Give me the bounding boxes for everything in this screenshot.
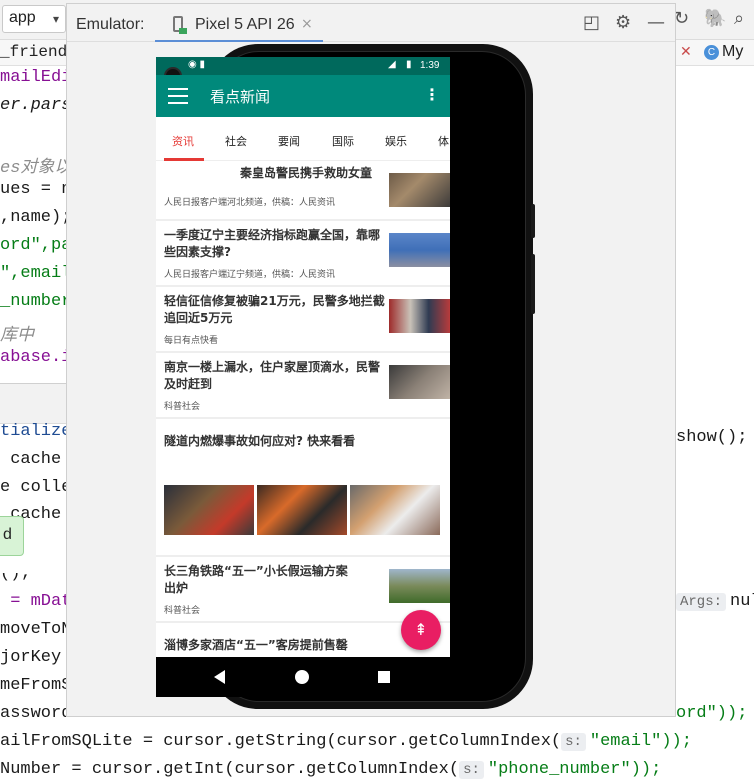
tab-my[interactable]: C My [704, 43, 743, 61]
tab-ti[interactable]: 体 [438, 133, 449, 149]
code-line: moveToN [0, 620, 72, 639]
news-title: 淄博多家酒店“五一”客房提前售罄 [164, 638, 348, 652]
news-thumbnail [164, 485, 254, 535]
device-icon [173, 16, 187, 34]
phone-screen: ◉ ▮ ◢ ▮ 1:39 看点新闻 ⋮ 资讯 社会 要闻 国际 娱乐 体 秦皇岛… [156, 57, 450, 657]
run-config-dropdown[interactable]: app ▾ [2, 5, 66, 33]
code-line: Number = cursor.getInt(cursor.getColumnI… [0, 760, 460, 779]
code-line: ",email [0, 264, 72, 283]
args-value: null [730, 592, 754, 611]
news-title: 隧道内燃爆事故如何应对? 快来看看 [164, 434, 356, 448]
news-tab-bar: 资讯 社会 要闻 国际 娱乐 体 [156, 117, 450, 161]
code-line: er.pars [0, 96, 72, 115]
signal-icon: ◢ [388, 59, 396, 70]
minimize-icon[interactable]: — [647, 12, 665, 33]
close-icon[interactable]: × [301, 16, 313, 32]
news-source: 人民日报客户端辽宁频道，供稿：人民资讯 [164, 270, 336, 280]
code-line: meFromS [0, 676, 72, 695]
code-string: "email")); [589, 732, 692, 751]
system-nav-bar [156, 657, 450, 697]
emulator-title: Emulator: [76, 16, 145, 33]
news-thumbnail [389, 233, 450, 267]
code-line: es对象以 [0, 159, 72, 178]
home-icon[interactable] [295, 670, 309, 684]
chevron-down-icon: ▾ [52, 12, 59, 26]
layout-icon[interactable]: ◰ [583, 12, 600, 33]
code-line: _number [0, 292, 72, 311]
news-feed[interactable]: 秦皇岛警民携手救助女童 人民日报客户端河北频道，供稿：人民资讯 一季度辽宁主要经… [156, 161, 450, 657]
news-item[interactable]: 隧道内燃爆事故如何应对? 快来看看 [156, 419, 450, 555]
volume-button[interactable] [531, 254, 535, 314]
refresh-icon[interactable]: ↻ [674, 8, 689, 29]
tab-shehui[interactable]: 社会 [225, 133, 247, 149]
code-line: 库中 [0, 327, 34, 346]
news-thumbnail [389, 299, 450, 333]
tab-zixun[interactable]: 资讯 [172, 133, 194, 149]
news-source: 人民日报客户端河北频道，供稿：人民资讯 [164, 198, 336, 208]
device-tab-label: Pixel 5 API 26 [195, 16, 295, 33]
code-line: ailFromSQLite = cursor.getString(cursor.… [0, 732, 562, 751]
news-title: 南京一楼上漏水，住户家屋顶滴水，民警及时赶到 [164, 360, 381, 391]
tab-guoji[interactable]: 国际 [332, 133, 354, 149]
code-line: mailEdi [0, 68, 72, 87]
code-line: ues = n [0, 180, 72, 199]
args-hint: Args: [676, 593, 727, 611]
battery-icon: ▮ [406, 59, 412, 70]
code-line-right: ord")); [676, 704, 748, 723]
news-item[interactable]: 长三角铁路“五一”小长假运输方案出炉 科普社会 [156, 557, 450, 621]
news-thumbnail [350, 485, 440, 535]
param-hint: s: [561, 733, 586, 751]
toast-text: d [3, 526, 12, 543]
news-title: 秦皇岛警民携手救助女童 [240, 166, 373, 180]
news-source: 科普社会 [164, 402, 201, 412]
news-source: 每日有点快看 [164, 336, 219, 346]
notification-toast[interactable]: d [0, 516, 24, 556]
code-string: "phone_number")); [487, 760, 662, 779]
app-title: 看点新闻 [210, 88, 271, 106]
class-icon: C [704, 45, 719, 60]
search-icon[interactable]: ⌕ [734, 8, 744, 29]
emulator-header: Emulator: Pixel 5 API 26 × ◰ ⚙ — [67, 4, 675, 42]
tab-my-label: My [722, 43, 744, 60]
code-line-right: show(); [676, 428, 748, 447]
news-thumbnail [389, 365, 450, 399]
code-line: abase.i [0, 348, 72, 367]
status-time: 1:39 [420, 60, 440, 71]
tab-device[interactable]: Pixel 5 API 26 × [155, 8, 323, 42]
news-title: 长三角铁路“五一”小长假运输方案出炉 [164, 564, 348, 595]
code-line: ,name); [0, 208, 72, 227]
news-title: 轻信征信修复被骗21万元，民警多地拦截追回近5万元 [164, 294, 385, 325]
code-line: ord",pa [0, 236, 72, 255]
close-tab-icon[interactable]: ✕ [680, 44, 692, 60]
recents-icon[interactable] [378, 671, 390, 683]
tab-yaowen[interactable]: 要闻 [278, 133, 300, 149]
code-line: jorKey [0, 648, 62, 667]
param-hint: s: [459, 761, 484, 779]
code-line: assword [0, 704, 72, 723]
tab-yule[interactable]: 娱乐 [385, 133, 407, 149]
news-item[interactable]: 一季度辽宁主要经济指标跑赢全国，靠哪些因素支撑? 人民日报客户端辽宁频道，供稿：… [156, 221, 450, 285]
gradle-sync-icon[interactable]: 🐘 [704, 8, 726, 29]
menu-icon[interactable] [168, 88, 188, 104]
code-line: = mDat [0, 592, 72, 611]
status-bar: ◉ ▮ ◢ ▮ 1:39 [156, 57, 450, 75]
back-icon[interactable] [214, 670, 225, 684]
news-item[interactable]: 秦皇岛警民携手救助女童 人民日报客户端河北频道，供稿：人民资讯 [156, 161, 450, 219]
fab-button[interactable]: ⇞ [401, 610, 441, 650]
news-thumbnail [389, 173, 450, 207]
news-item[interactable]: 南京一楼上漏水，住户家屋顶滴水，民警及时赶到 科普社会 [156, 353, 450, 417]
power-button[interactable] [531, 204, 535, 238]
news-thumbnail [257, 485, 347, 535]
refresh-icon: ⇞ [414, 620, 428, 639]
app-bar: 看点新闻 ⋮ [156, 75, 450, 117]
news-item[interactable]: 轻信征信修复被骗21万元，民警多地拦截追回近5万元 每日有点快看 [156, 287, 450, 351]
gear-icon[interactable]: ⚙ [615, 12, 631, 33]
news-source: 科普社会 [164, 606, 201, 616]
notification-icons: ◉ ▮ [188, 59, 206, 70]
news-title: 一季度辽宁主要经济指标跑赢全国，靠哪些因素支撑? [164, 228, 381, 259]
more-vert-icon[interactable]: ⋮ [424, 85, 440, 104]
news-thumbnail [389, 569, 450, 603]
run-config-label: app [9, 9, 36, 26]
